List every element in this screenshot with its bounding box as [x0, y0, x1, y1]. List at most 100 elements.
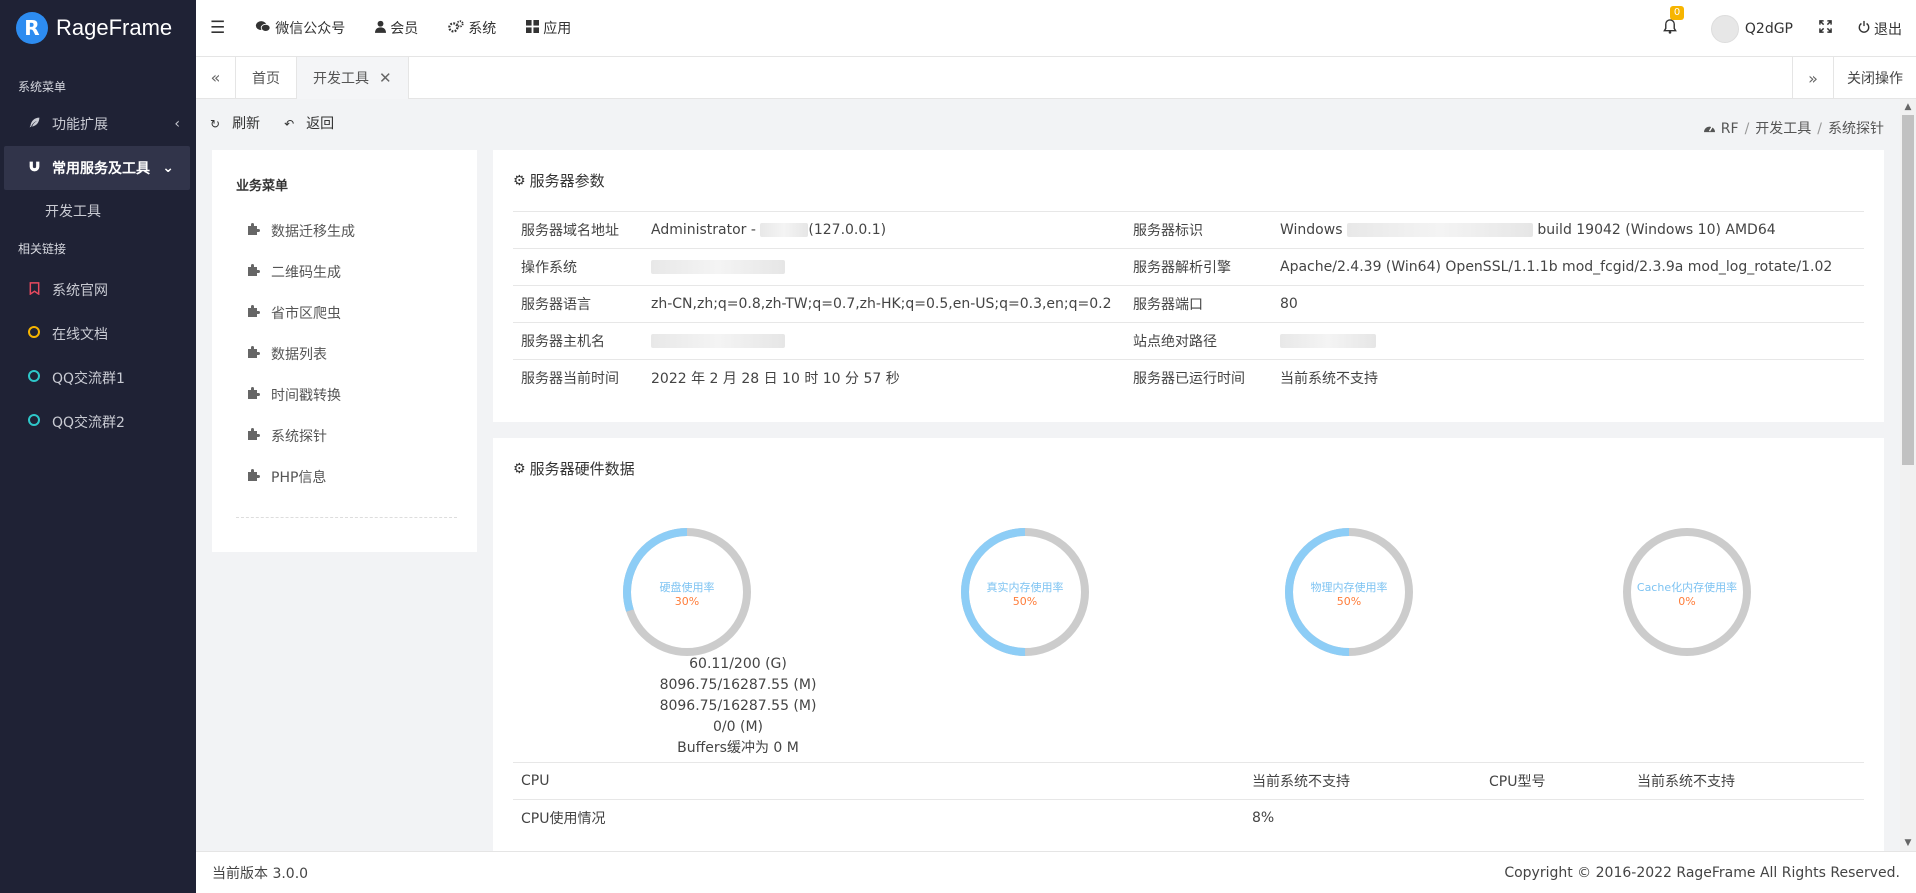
brand[interactable]: R RageFrame — [0, 0, 196, 56]
puzzle-icon — [247, 386, 271, 403]
sidebar-link-label: QQ交流群2 — [52, 415, 125, 431]
user-menu[interactable]: Q2dGP — [1710, 14, 1793, 43]
refresh-icon: ↻ — [210, 117, 221, 131]
gear-icon: ⚙ — [513, 460, 526, 477]
gear-icon: ⚙ — [513, 172, 526, 189]
scrollbar-thumb[interactable] — [1902, 115, 1914, 465]
tabs-scroll-left-button[interactable]: « — [196, 56, 236, 99]
disk-stats: 60.11/200 (G) 8096.75/16287.55 (M) 8096.… — [628, 654, 848, 759]
param-value: Administrator - (127.0.0.1) — [643, 211, 1125, 249]
tabs-scroll-right-button[interactable]: » — [1792, 57, 1834, 99]
tabs-bar: « 首页 开发工具 ✕ » 关闭操作 — [196, 56, 1916, 99]
version-text: 当前版本 3.0.0 — [212, 865, 309, 882]
cogs-icon — [448, 19, 464, 37]
topnav-members[interactable]: 会员 — [375, 18, 418, 38]
breadcrumb-current: 系统探针 — [1828, 121, 1884, 137]
sidebar-link-docs[interactable]: 在线文档 — [0, 312, 196, 356]
breadcrumb-separator: / — [1817, 121, 1822, 137]
breadcrumb: RF / 开发工具 / 系统探针 — [1703, 118, 1884, 138]
param-value-suffix: (127.0.0.1) — [808, 222, 887, 238]
business-menu-item[interactable]: PHP信息 — [212, 456, 477, 497]
back-button[interactable]: ↶ 返回 — [284, 113, 346, 133]
page-scrollbar[interactable]: ▲ ▼ — [1900, 99, 1916, 851]
business-menu-item[interactable]: 时间戳转换 — [212, 374, 477, 415]
redacted-block — [651, 334, 785, 348]
redacted-block — [1280, 334, 1376, 348]
avatar — [1710, 14, 1739, 43]
business-menu-label: 时间戳转换 — [271, 387, 341, 404]
cpu-key: CPU使用情况 — [513, 799, 1244, 837]
business-menu-label: 省市区爬虫 — [271, 305, 341, 322]
topnav-wechat[interactable]: 微信公众号 — [255, 18, 345, 38]
sidebar-link-qq2[interactable]: QQ交流群2 — [0, 400, 196, 444]
business-menu-item[interactable]: 二维码生成 — [212, 251, 477, 292]
double-chevron-right-icon: » — [1808, 68, 1818, 88]
sidebar-link-label: QQ交流群1 — [52, 371, 125, 387]
chevron-down-icon: ⌄ — [162, 160, 174, 176]
disk-stat-line: 8096.75/16287.55 (M) — [659, 698, 817, 714]
topnav-system[interactable]: 系统 — [448, 18, 496, 38]
sidebar-item-services[interactable]: 常用服务及工具 ⌄ — [4, 146, 190, 190]
close-icon[interactable]: ✕ — [379, 69, 392, 87]
scroll-down-icon[interactable]: ▼ — [1900, 835, 1916, 851]
notification-count-badge: 0 — [1669, 6, 1685, 20]
wechat-icon — [255, 20, 271, 37]
redacted-block — [760, 223, 809, 237]
business-menu-item[interactable]: 系统探针 — [212, 415, 477, 456]
puzzle-icon — [247, 304, 271, 321]
param-key: 服务器域名地址 — [513, 211, 643, 249]
tab-home[interactable]: 首页 — [236, 56, 297, 99]
param-value: 当前系统不支持 — [1272, 359, 1864, 397]
redacted-block — [651, 260, 785, 274]
breadcrumb-devtools[interactable]: 开发工具 — [1755, 121, 1811, 137]
breadcrumb-root[interactable]: RF — [1721, 121, 1739, 137]
gauge-percent: 50% — [1012, 595, 1038, 608]
param-value: 2022 年 2 月 28 日 10 时 10 分 57 秒 — [643, 359, 1125, 397]
fullscreen-icon — [1819, 20, 1832, 37]
sidebar-link-qq1[interactable]: QQ交流群1 — [0, 356, 196, 400]
gauge-label: 物理内存使用率 50% — [1289, 579, 1409, 608]
topbar-right: 0 Q2dGP 退出 — [1663, 0, 1916, 57]
hardware-title: ⚙ 服务器硬件数据 — [513, 458, 1864, 479]
refresh-button[interactable]: ↻ 刷新 — [210, 113, 272, 133]
cpu-table: CPU 当前系统不支持 CPU型号 当前系统不支持 CPU使用情况 8% — [513, 762, 1864, 837]
tabs-right: » 关闭操作 — [1792, 57, 1916, 99]
gauge-label: 真实内存使用率 50% — [965, 579, 1085, 608]
param-value — [643, 248, 1125, 286]
sidebar-item-label: 常用服务及工具 — [52, 161, 150, 177]
param-key: 站点绝对路径 — [1125, 322, 1272, 360]
bell-icon — [1663, 19, 1677, 38]
hamburger-icon: ☰ — [210, 18, 226, 38]
param-key: 服务器当前时间 — [513, 359, 643, 397]
topnav-apps[interactable]: 应用 — [526, 18, 571, 38]
business-menu: 业务菜单 数据迁移生成 二维码生成 省市区爬虫 数据列表 时间戳转换 系统探针 PHP信息 — [212, 150, 477, 552]
business-menu-item[interactable]: 省市区爬虫 — [212, 292, 477, 333]
business-menu-item[interactable]: 数据迁移生成 — [212, 210, 477, 251]
puzzle-icon — [247, 222, 271, 239]
disk-stat-line: 8096.75/16287.55 (M) — [659, 677, 817, 693]
table-row: 服务器域名地址 Administrator - (127.0.0.1) 服务器标… — [513, 211, 1864, 249]
menu-toggle-button[interactable]: ☰ — [210, 18, 225, 38]
close-operations-button[interactable]: 关闭操作 — [1834, 57, 1916, 99]
puzzle-icon — [247, 427, 271, 444]
param-key: 操作系统 — [513, 248, 643, 286]
topnav-label: 系统 — [468, 21, 497, 37]
fullscreen-button[interactable] — [1819, 20, 1832, 37]
sidebar-item-extensions[interactable]: 功能扩展 ‹ — [0, 102, 196, 146]
logout-button[interactable]: 退出 — [1858, 19, 1902, 39]
gauge-label: 硬盘使用率 30% — [627, 579, 747, 608]
param-value: zh-CN,zh;q=0.8,zh-TW;q=0.7,zh-HK;q=0.5,e… — [643, 285, 1125, 323]
card-title-text: 服务器参数 — [529, 172, 605, 190]
cpu-key: CPU — [513, 762, 1244, 800]
table-row: CPU使用情况 8% — [513, 799, 1864, 837]
scroll-up-icon[interactable]: ▲ — [1900, 99, 1916, 115]
puzzle-icon — [247, 345, 271, 362]
sidebar-link-website[interactable]: 系统官网 — [0, 268, 196, 312]
tab-devtools[interactable]: 开发工具 ✕ — [297, 56, 409, 99]
circle-icon — [26, 370, 42, 386]
topnav-label: 会员 — [390, 21, 419, 37]
sidebar-subitem-devtools[interactable]: 开发工具 — [0, 190, 196, 232]
param-key: 服务器端口 — [1125, 285, 1272, 323]
business-menu-item[interactable]: 数据列表 — [212, 333, 477, 374]
notifications-button[interactable]: 0 — [1663, 6, 1685, 38]
